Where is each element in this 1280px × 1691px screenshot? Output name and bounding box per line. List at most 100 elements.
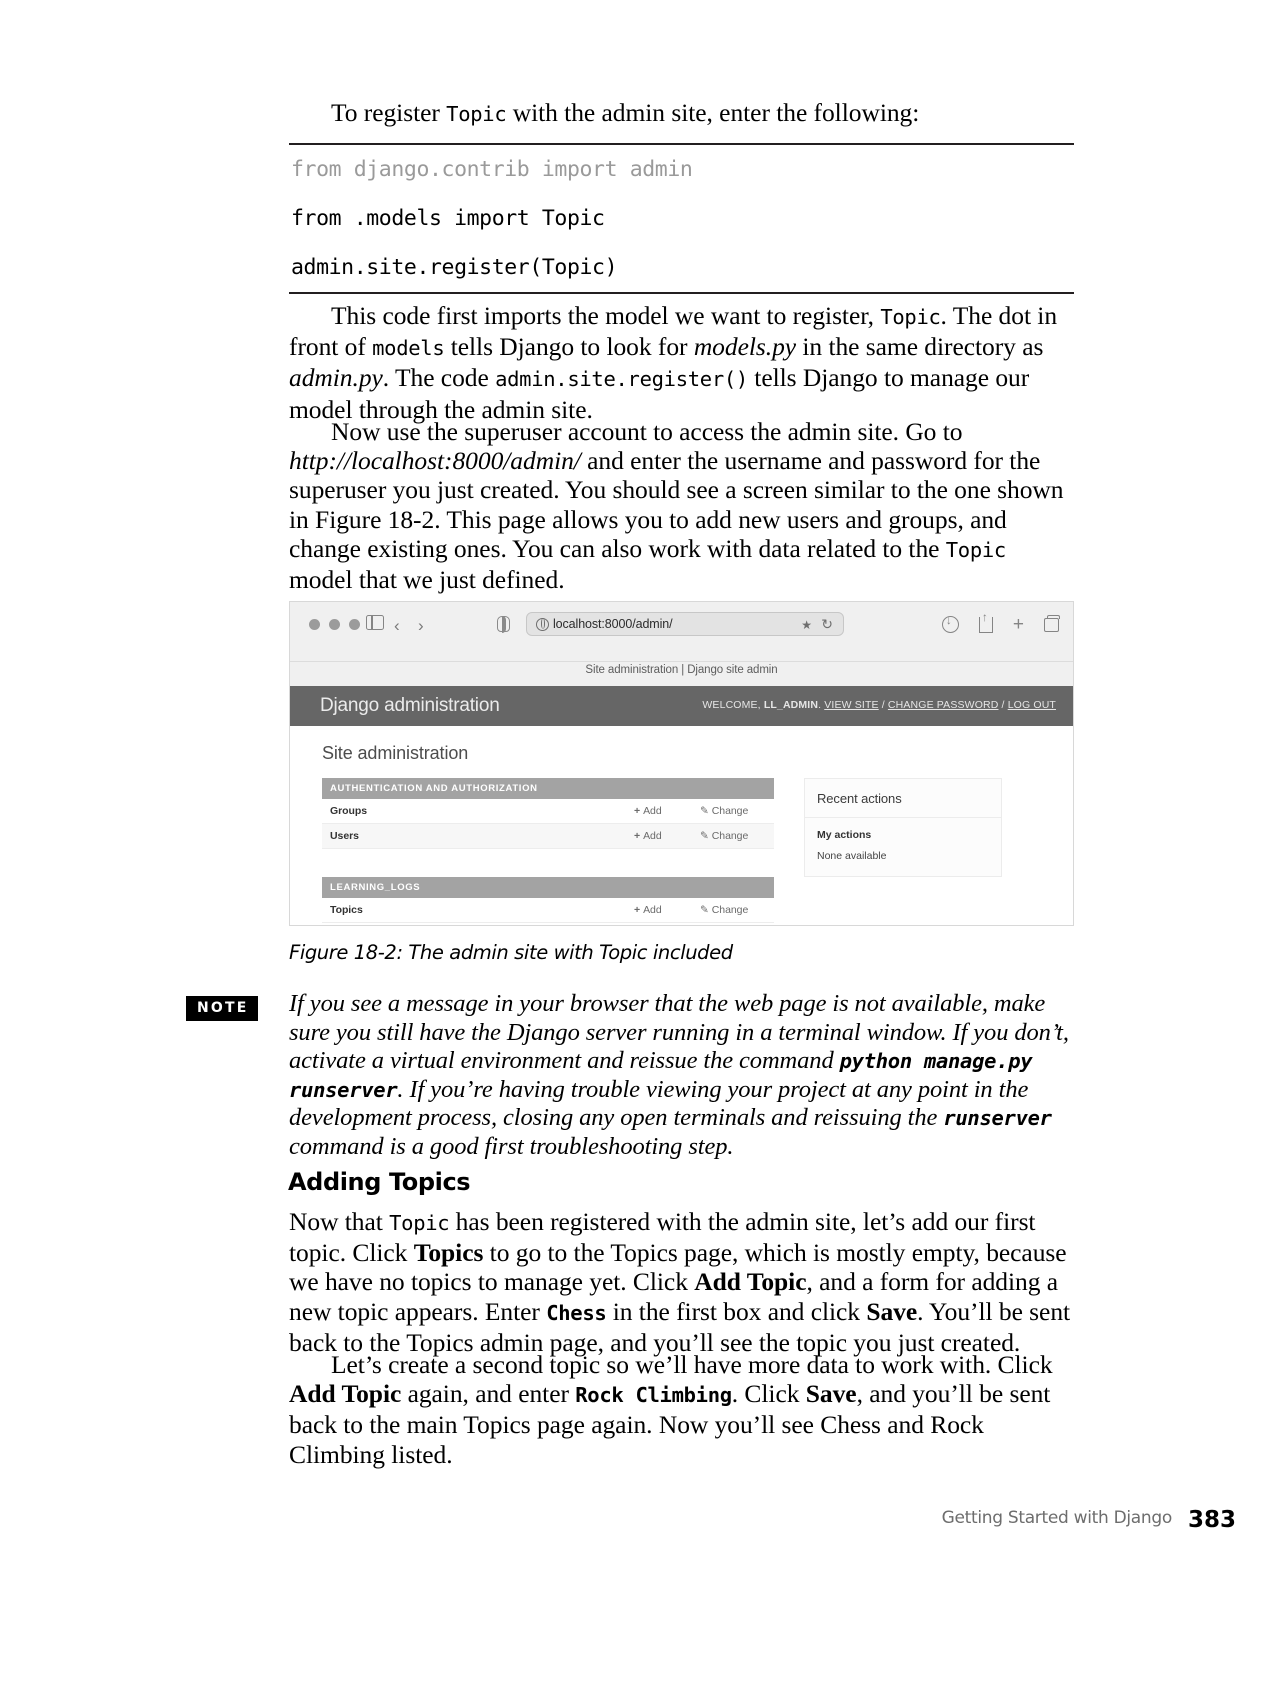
s1-code-topic: Topic [389,1211,450,1235]
footer-chapter-label: Getting Started with Django [941,1508,1173,1528]
sidebar-toggle-icon[interactable] [366,615,384,630]
p1-code-topic: Topic [880,305,941,329]
add-users-link[interactable]: + Add [634,830,700,842]
link-view-site[interactable]: VIEW SITE [824,699,878,711]
change-topics-link[interactable]: ✎ Change [700,904,766,916]
site-administration-heading: Site administration [322,743,469,763]
add-label: Add [643,830,662,842]
s1-text-5: in the first box and click [606,1296,867,1326]
code-line-1: from django.contrib import admin [291,157,693,182]
s2-text-1: Let’s create a second topic so we’ll hav… [331,1350,1053,1379]
forward-arrow-icon[interactable]: › [418,617,424,634]
reader-mode-icon[interactable] [497,615,510,633]
link-log-out[interactable]: LOG OUT [1008,699,1056,711]
book-page: To register Topic with the admin site, e… [0,0,1280,1691]
note-text-2: . If you’re having trouble viewing your … [289,1075,1029,1132]
new-tab-icon[interactable]: + [1013,615,1024,634]
extensions-icon[interactable]: ★ [801,618,812,632]
change-label: Change [711,904,749,916]
figure-browser-screenshot: ‹ › localhost:8000/admin/ ★ ↻ + Site adm… [289,601,1074,926]
note-badge: NOTE [186,996,258,1021]
p1-text-3: tells Django to look for [444,332,694,362]
change-label: Change [711,830,749,842]
browser-chrome: ‹ › localhost:8000/admin/ ★ ↻ + [290,602,1073,662]
back-arrow-icon[interactable]: ‹ [394,617,400,634]
code-line-3: admin.site.register(Topic) [291,255,618,280]
app-caption-learning-logs[interactable]: LEARNING_LOGS [322,877,774,898]
address-bar[interactable]: localhost:8000/admin/ ★ ↻ [526,612,844,636]
s2-text-2: again, and enter [401,1379,576,1409]
p2-url: http://localhost:8000/admin/ [289,446,581,476]
add-label: Add [643,904,662,916]
recent-actions-empty: None available [817,850,887,862]
site-info-globe-icon[interactable] [536,617,549,631]
p1-italic-adminpy: admin.py [289,363,383,393]
change-users-link[interactable]: ✎ Change [700,830,766,842]
recent-actions-box: Recent actions My actions None available [804,778,1002,877]
my-actions-subtitle: My actions [817,829,872,841]
s2-bold-save: Save [805,1379,857,1409]
add-groups-link[interactable]: + Add [634,805,700,817]
window-controls[interactable] [309,619,360,630]
admin-username: LL_ADMIN [763,699,819,711]
plus-icon: + [634,830,641,842]
change-groups-link[interactable]: ✎ Change [700,805,766,817]
code-spacer [289,182,1074,206]
admin-app-list: AUTHENTICATION AND AUTHORIZATION Groups … [322,778,774,923]
code-block: from django.contrib import admin from .m… [289,143,1074,294]
p1-italic-modelspy: models.py [693,332,797,362]
table-row[interactable]: Topics + Add ✎ Change [322,898,774,923]
model-link-groups[interactable]: Groups [330,805,634,817]
p2-text-3: model that we just defined. [289,565,565,595]
pencil-icon: ✎ [700,805,709,817]
p1-text-1: This code first imports the model we wan… [331,301,881,330]
app-module-spacer [322,849,774,877]
app-module-learning-logs: LEARNING_LOGS Topics + Add ✎ Change [322,877,774,923]
intro-text-post: with the admin site, enter the following… [506,98,920,127]
model-link-topics[interactable]: Topics [330,904,634,916]
s2-code-rock-climbing: Rock Climbing [575,1383,732,1408]
figure-caption: Figure 18-2: The admin site with Topic i… [289,941,733,964]
django-admin-body: Site administration AUTHENTICATION AND A… [290,726,1073,925]
django-brand-title[interactable]: Django administration [320,695,500,717]
link-change-password[interactable]: CHANGE PASSWORD [888,699,999,711]
welcome-label: WELCOME, [702,699,764,711]
s2-text-3: . Click [731,1379,806,1409]
note-code-runserver: runserver [943,1106,1052,1131]
recent-actions-title: Recent actions [805,779,1001,818]
paragraph-superuser: Now use the superuser account to access … [289,417,1074,594]
pencil-icon: ✎ [700,904,709,916]
minimize-dot-icon[interactable] [329,619,340,630]
plus-icon: + [634,805,641,817]
reload-icon[interactable]: ↻ [821,616,833,633]
download-icon[interactable] [941,614,959,633]
intro-inline-code: Topic [446,102,507,126]
zoom-dot-icon[interactable] [349,619,360,630]
django-admin-header: Django administration WELCOME, LL_ADMIN.… [290,686,1073,726]
p1-code-models: models [372,336,445,361]
s1-code-chess: Chess [546,1300,607,1325]
section-heading-adding-topics: Adding Topics [288,1168,471,1196]
app-module-auth: AUTHENTICATION AND AUTHORIZATION Groups … [322,778,774,849]
intro-text-pre: To register [331,98,447,127]
note-text: If you see a message in your browser tha… [289,990,1075,1162]
django-user-tools: WELCOME, LL_ADMIN. VIEW SITE / CHANGE PA… [702,699,1056,711]
p2-text-1: Now use the superuser account to access … [331,417,963,446]
table-row[interactable]: Groups + Add ✎ Change [322,799,774,824]
browser-toolbar-right: + [941,610,1060,634]
table-row[interactable]: Users + Add ✎ Change [322,824,774,849]
s1-bold-topics: Topics [413,1238,484,1268]
share-icon[interactable] [978,610,993,633]
tab-overview-icon[interactable] [1044,614,1060,632]
p1-text-4: in the same directory as [796,332,1044,362]
url-text[interactable]: localhost:8000/admin/ [553,617,673,631]
plus-icon: + [634,904,641,916]
model-link-users[interactable]: Users [330,830,634,842]
s1-bold-save: Save [866,1296,918,1326]
app-caption-auth[interactable]: AUTHENTICATION AND AUTHORIZATION [322,778,774,799]
add-topics-link[interactable]: + Add [634,904,700,916]
close-dot-icon[interactable] [309,619,320,630]
admin-columns: AUTHENTICATION AND AUTHORIZATION Groups … [312,764,1051,923]
code-spacer [289,231,1074,255]
s2-bold-add-topic: Add Topic [289,1379,402,1409]
